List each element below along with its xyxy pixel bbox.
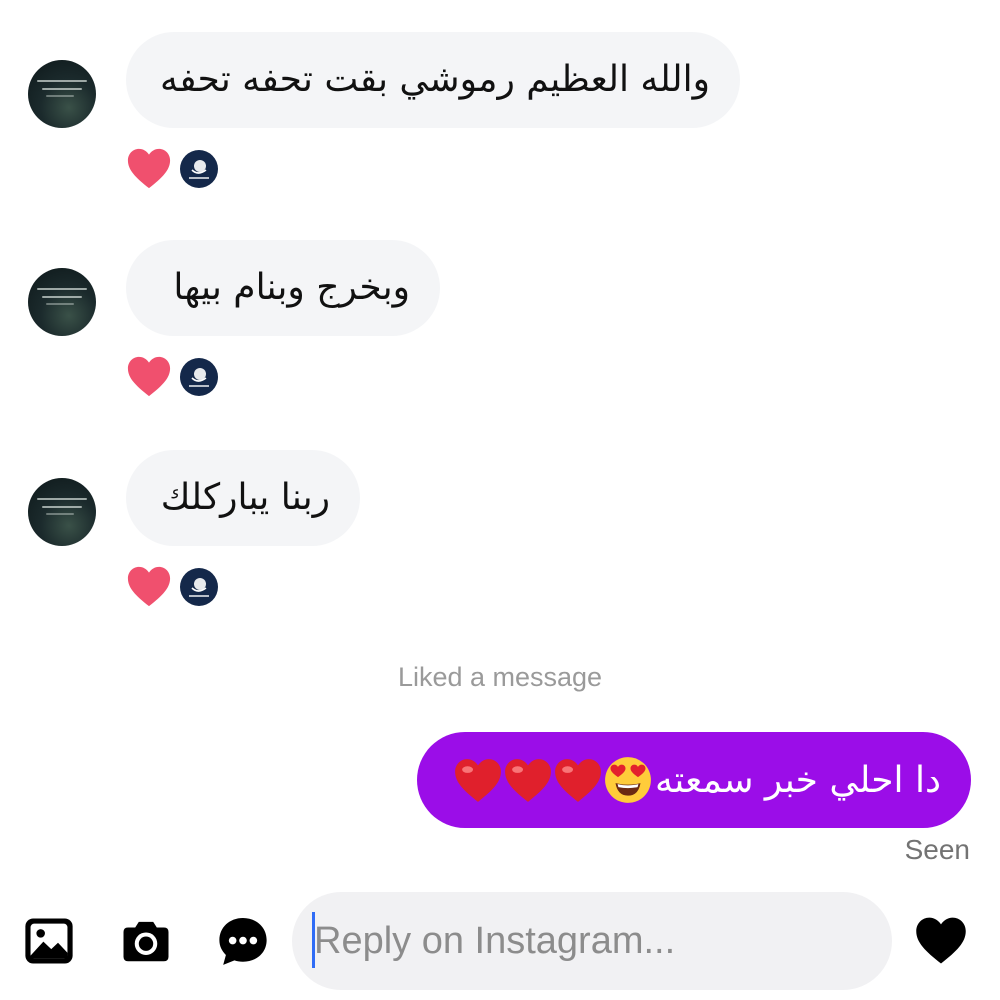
camera-button[interactable] xyxy=(119,914,173,968)
sticker-button[interactable] xyxy=(216,914,270,968)
message-bubble[interactable]: ربنا يباركلك xyxy=(126,450,360,546)
avatar[interactable] xyxy=(28,60,96,128)
message-reaction[interactable] xyxy=(126,354,226,398)
heart-eyes-emoji-icon xyxy=(605,757,651,803)
red-heart-emoji-icon xyxy=(555,759,601,802)
outgoing-message-bubble[interactable]: دا احلي خبر سمعته xyxy=(417,732,971,828)
reactor-avatar xyxy=(180,358,218,396)
heart-icon xyxy=(127,356,171,397)
like-button[interactable] xyxy=(914,914,968,968)
heart-icon xyxy=(127,148,171,189)
red-heart-emoji-icon xyxy=(505,759,551,802)
message-bubble[interactable]: وبخرج وبنام بيها xyxy=(126,240,440,336)
seen-status: Seen xyxy=(904,834,970,865)
message-bubble[interactable]: والله العظيم رموشي بقت تحفه تحفه xyxy=(126,32,740,128)
avatar[interactable] xyxy=(28,478,96,546)
message-reaction[interactable] xyxy=(126,564,226,608)
image-icon xyxy=(25,918,73,964)
reactor-avatar xyxy=(180,150,218,188)
heart-icon xyxy=(916,917,966,964)
gallery-button[interactable] xyxy=(22,914,76,968)
reply-composer[interactable] xyxy=(292,892,892,990)
reactor-avatar xyxy=(180,568,218,606)
liked-message-note: Liked a message xyxy=(397,662,603,692)
avatar[interactable] xyxy=(28,268,96,336)
camera-icon xyxy=(123,921,169,962)
red-heart-emoji-icon xyxy=(455,759,501,802)
reply-input[interactable] xyxy=(314,892,874,990)
heart-icon xyxy=(127,566,171,607)
message-reaction[interactable] xyxy=(126,146,226,190)
outgoing-message-text: دا احلي خبر سمعته xyxy=(654,759,941,801)
emoji-group xyxy=(453,755,653,805)
chat-bubble-icon xyxy=(219,918,267,965)
